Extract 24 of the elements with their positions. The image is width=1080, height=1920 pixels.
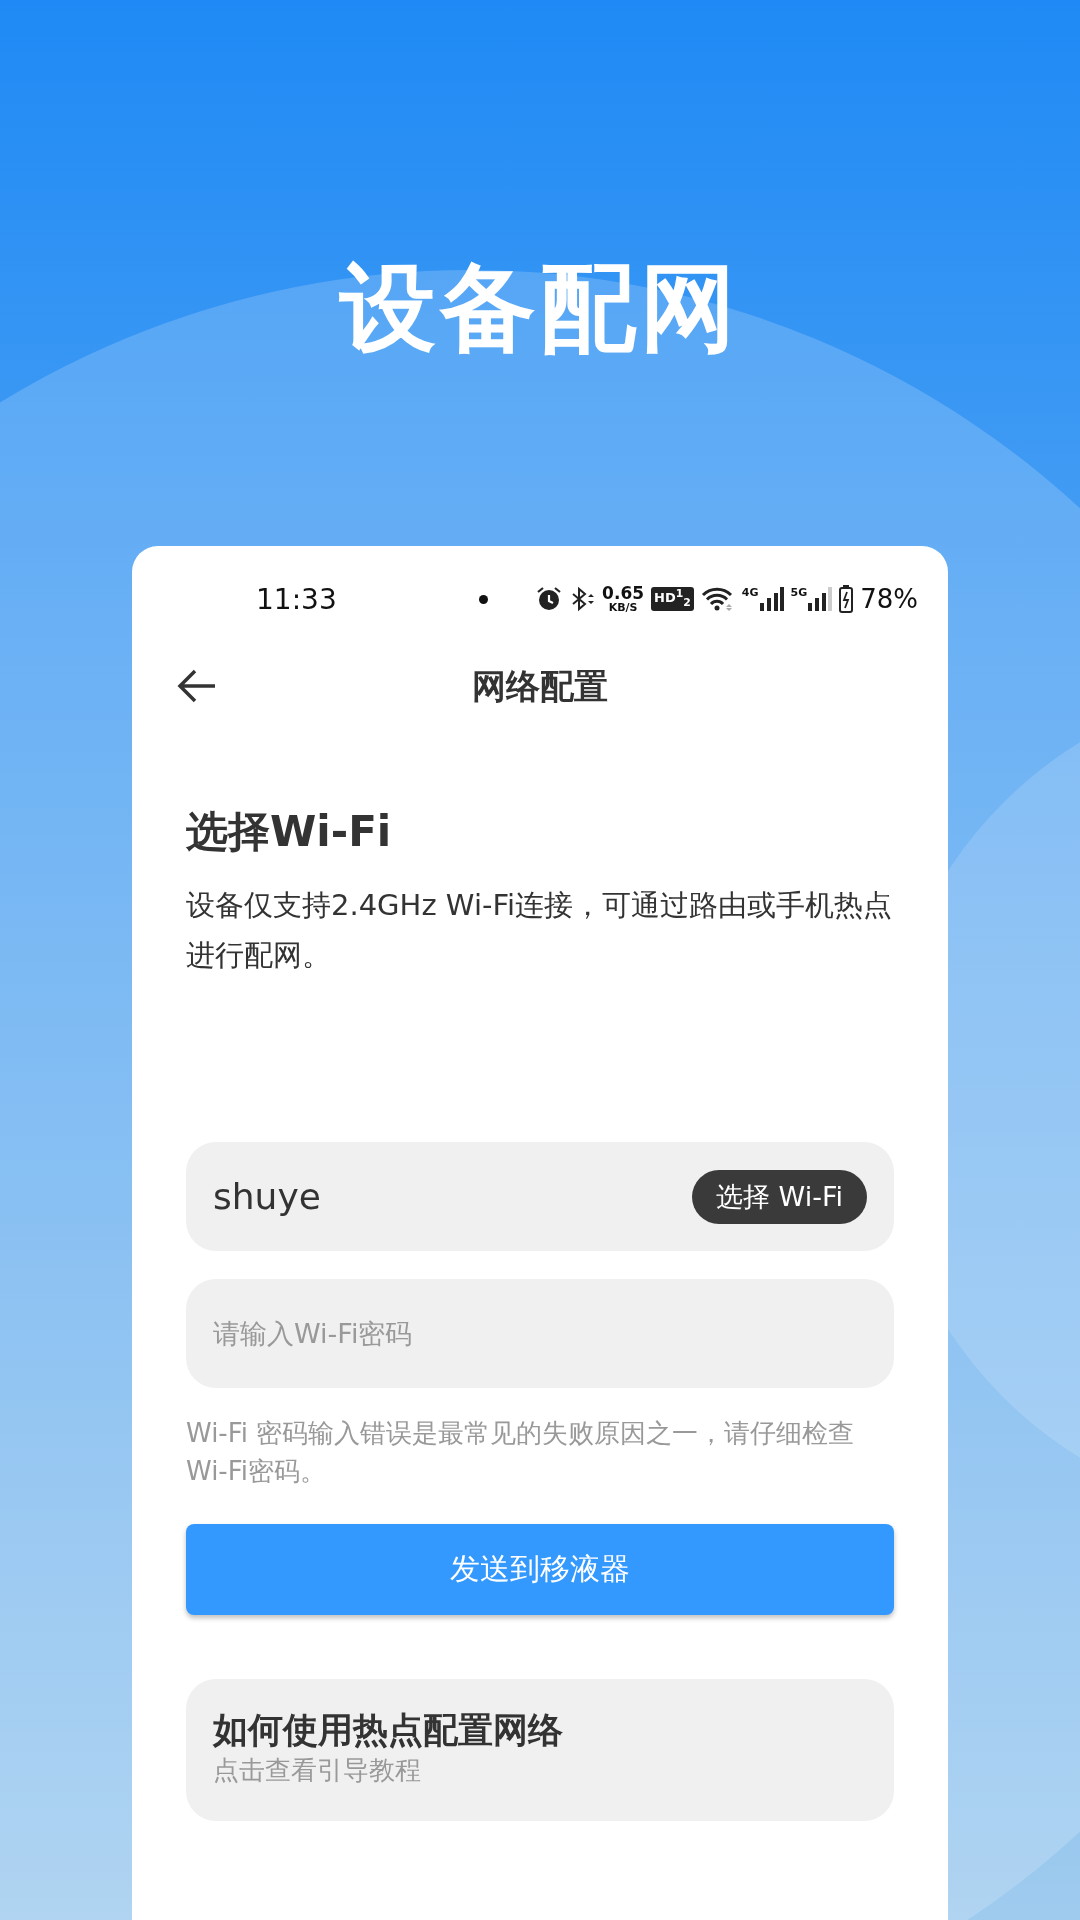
- password-field[interactable]: 请输入Wi-Fi密码: [186, 1279, 894, 1388]
- back-arrow-icon[interactable]: [177, 668, 217, 704]
- help-card[interactable]: 如何使用热点配置网络 点击查看引导教程: [186, 1679, 894, 1821]
- wifi-icon: [700, 586, 735, 612]
- help-title: 如何使用热点配置网络: [213, 1709, 564, 1752]
- hint-text: Wi-Fi 密码输入错误是最常见的失败原因之一，请仔细检查Wi-Fi密码。: [186, 1417, 856, 1488]
- speed-value: 0.65: [602, 585, 645, 602]
- battery-percent: 78%: [860, 584, 918, 614]
- signal-icon: [808, 587, 833, 611]
- page-title: 网络配置: [472, 665, 608, 708]
- help-subtitle: 点击查看引导教程: [213, 1754, 422, 1787]
- section-heading: 选择Wi-Fi: [186, 806, 393, 858]
- alarm-icon: [536, 586, 563, 612]
- wifi-name-field[interactable]: shuye 选择 Wi-Fi: [186, 1142, 894, 1251]
- battery-icon: [839, 585, 854, 613]
- description-text: 设备仅支持2.4GHz Wi-Fi连接，可通过路由或手机热点进行配网。: [186, 887, 894, 974]
- speed-unit: KB/S: [608, 602, 638, 613]
- signal-icon: [759, 587, 784, 611]
- network-label: 5G: [790, 587, 808, 598]
- select-wifi-button[interactable]: 选择 Wi-Fi: [692, 1169, 867, 1224]
- network-label: 4G: [741, 587, 759, 598]
- banner-title: 设备配网: [340, 251, 740, 366]
- notification-dot-icon: [478, 594, 488, 604]
- status-time: 11:33: [256, 582, 337, 616]
